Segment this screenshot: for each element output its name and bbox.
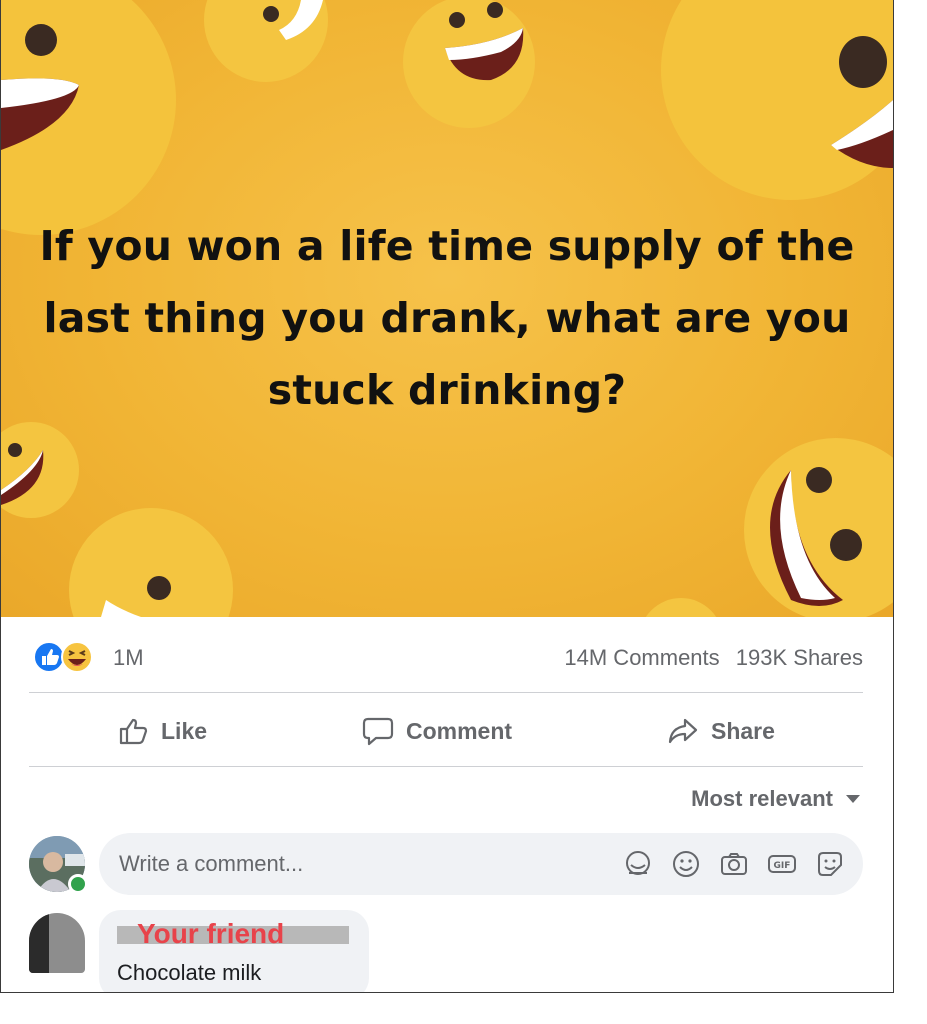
caret-down-icon: [846, 795, 860, 803]
share-arrow-icon: [668, 718, 698, 744]
like-icon: [33, 641, 65, 673]
comment-button[interactable]: Comment: [362, 712, 512, 750]
gif-icon[interactable]: GIF: [767, 849, 797, 879]
facebook-post: If you won a life time supply of the las…: [0, 0, 894, 993]
comment-input-tools: GIF: [623, 849, 845, 879]
comment-input-placeholder: Write a comment...: [119, 851, 304, 876]
online-status-dot: [68, 874, 88, 894]
shares-count[interactable]: 193K Shares: [736, 645, 863, 670]
divider: [29, 766, 863, 767]
sort-label: Most relevant: [691, 786, 833, 811]
comment-bubble-icon: [362, 717, 394, 746]
comment-label: Comment: [406, 717, 513, 744]
friend-avatar[interactable]: [29, 913, 85, 973]
post-image[interactable]: If you won a life time supply of the las…: [1, 0, 893, 617]
comment-bubble: Your friend Chocolate milk: [99, 910, 369, 992]
avatar-sticker-icon[interactable]: [623, 849, 653, 879]
haha-icon: [61, 641, 93, 673]
like-button[interactable]: Like: [119, 712, 207, 750]
share-button[interactable]: Share: [667, 712, 775, 750]
sticker-icon[interactable]: [815, 849, 845, 879]
like-label: Like: [161, 717, 208, 744]
comment-input[interactable]: Write a comment... GIF: [99, 833, 863, 895]
post-actions: Like Comment Share: [29, 700, 863, 762]
comment-author[interactable]: Your friend: [137, 918, 284, 950]
comment-text: Chocolate milk: [117, 960, 262, 985]
friend-avatar-shadow: [29, 913, 49, 973]
comment-sort-dropdown[interactable]: Most relevant: [691, 786, 861, 812]
reaction-icons[interactable]: [33, 641, 97, 673]
share-label: Share: [711, 717, 775, 744]
divider: [29, 692, 863, 693]
reaction-count[interactable]: 1M: [113, 645, 144, 671]
svg-text:GIF: GIF: [774, 861, 791, 871]
thumbs-up-icon: [119, 718, 148, 745]
engagement-counts: 14M Comments 193K Shares: [554, 645, 863, 671]
camera-icon[interactable]: [719, 849, 749, 879]
emoji-icon[interactable]: [671, 849, 701, 879]
post-stats: 1M 14M Comments 193K Shares: [29, 637, 863, 677]
comments-count[interactable]: 14M Comments: [564, 645, 719, 670]
post-question-text: If you won a life time supply of the las…: [39, 222, 855, 414]
